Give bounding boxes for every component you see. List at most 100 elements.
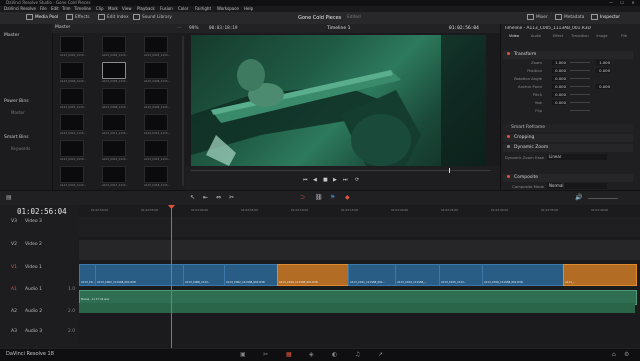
- track-id[interactable]: V3: [11, 219, 17, 224]
- prop-x-value[interactable]: 0.000: [552, 75, 566, 81]
- track-id[interactable]: A2: [11, 309, 17, 314]
- flag-icon[interactable]: ⚑: [330, 194, 335, 201]
- page-deliver-icon[interactable]: ➚: [378, 351, 383, 358]
- composite-section[interactable]: Composite: [503, 174, 633, 182]
- reverse-play-icon[interactable]: ◀: [313, 177, 317, 183]
- selection-tool-icon[interactable]: ↖: [190, 194, 195, 201]
- media-pool-clip[interactable]: A113_C016_1113...: [56, 166, 94, 188]
- enable-dot-icon[interactable]: [507, 52, 510, 55]
- tab-image[interactable]: Image: [591, 34, 613, 38]
- mixer-button[interactable]: Mixer: [527, 12, 548, 24]
- trim-tool-icon[interactable]: ⇤: [203, 194, 208, 201]
- settings-icon[interactable]: ⚙: [624, 351, 629, 358]
- media-pool-clip[interactable]: A113_C009_1113...: [140, 88, 178, 112]
- cropping-enable-icon[interactable]: [507, 135, 510, 138]
- cropping-section[interactable]: Cropping: [503, 134, 633, 142]
- viewer-zoom[interactable]: 99%: [189, 26, 199, 31]
- zoom-slider[interactable]: [588, 198, 618, 199]
- smart-reframe-section[interactable]: Smart Reframe: [503, 124, 633, 132]
- media-pool-clip[interactable]: A113_C004_1113...: [56, 62, 94, 86]
- prop-slider[interactable]: [570, 70, 590, 71]
- track-id[interactable]: A1: [11, 287, 17, 292]
- prop-slider[interactable]: [570, 86, 590, 87]
- media-pool-clip[interactable]: A113_C008_1113...: [98, 88, 136, 112]
- track-id[interactable]: V1: [11, 265, 17, 270]
- stop-icon[interactable]: ■: [323, 177, 328, 183]
- media-pool-clip[interactable]: A113_C007_1113...: [56, 88, 94, 112]
- page-edit-icon[interactable]: ▦: [286, 351, 292, 358]
- video-clip[interactable]: A113_C008_1113...: [183, 264, 226, 286]
- playhead[interactable]: [171, 205, 172, 348]
- prop-slider[interactable]: [570, 78, 590, 79]
- sound-library-button[interactable]: Sound Library: [133, 12, 172, 24]
- go-to-end-icon[interactable]: ⏭: [343, 177, 348, 183]
- media-pool-clip[interactable]: A113_C017_1113...: [98, 166, 136, 188]
- video-clip[interactable]: A113_C014_1113AB_...: [395, 264, 441, 286]
- tab-transition[interactable]: Transition: [569, 34, 591, 38]
- timeline-ruler[interactable]: 01:02:50:00 01:02:55:00 01:03:00:00 01:03:0…: [79, 205, 640, 217]
- power-bin-master[interactable]: Master: [11, 110, 25, 115]
- tab-audio[interactable]: Audio: [525, 34, 547, 38]
- snapping-icon[interactable]: ⊃: [300, 194, 305, 201]
- pool-options-icon[interactable]: ⋯: [177, 25, 182, 31]
- media-pool-clip[interactable]: A113_C014_1113...: [98, 140, 136, 164]
- tab-file[interactable]: File: [613, 34, 635, 38]
- transform-section[interactable]: Transform: [503, 51, 633, 59]
- edit-index-button[interactable]: Edit Index: [98, 12, 129, 24]
- media-pool-clip[interactable]: A113_C005_1113...: [98, 62, 136, 86]
- dynamic-zoom-ease-select[interactable]: Linear: [547, 154, 607, 160]
- prop-x-value[interactable]: 0.000: [552, 99, 566, 105]
- timeline-selector[interactable]: Timeline 1: [327, 26, 350, 31]
- effects-button[interactable]: Effects: [66, 12, 90, 24]
- dynamic-trim-icon[interactable]: ⇔: [216, 194, 221, 201]
- page-cut-icon[interactable]: ✂: [263, 351, 268, 358]
- smart-bin-keywords[interactable]: Keywords: [11, 146, 30, 151]
- page-fusion-icon[interactable]: ◈: [309, 351, 314, 358]
- media-pool-scrollbar[interactable]: [182, 36, 184, 186]
- tab-effect[interactable]: Effect: [547, 34, 569, 38]
- marker-icon[interactable]: ◆: [345, 194, 350, 201]
- media-pool-clip[interactable]: A113_C003_1113...: [140, 36, 178, 60]
- play-icon[interactable]: ▶: [333, 177, 337, 183]
- page-color-icon[interactable]: ◐: [332, 351, 337, 358]
- media-pool-clip[interactable]: A113_C013_1113...: [56, 140, 94, 164]
- viewer-scrubber[interactable]: [191, 170, 491, 171]
- go-to-start-icon[interactable]: ⏮: [303, 177, 308, 183]
- blade-tool-icon[interactable]: ✂: [229, 194, 234, 201]
- dynamic-zoom-section[interactable]: Dynamic Zoom: [503, 144, 633, 152]
- media-pool-clip[interactable]: A113_C012_1113...: [140, 114, 178, 138]
- loop-icon[interactable]: ⟳: [355, 177, 359, 183]
- prop-slider[interactable]: [570, 62, 590, 63]
- video-clip[interactable]: A113_...: [563, 264, 637, 286]
- media-pool-clip[interactable]: A113_C006_1113...: [140, 62, 178, 86]
- media-pool-clip[interactable]: A113_C018_1113...: [140, 166, 178, 188]
- prop-x-value[interactable]: 0.000: [552, 91, 566, 97]
- media-pool-button[interactable]: Media Pool: [26, 12, 58, 24]
- video-clip[interactable]: A113_C010_1113AB_001.R3D: [277, 264, 350, 286]
- video-clip[interactable]: A113_C016_1113AB_001.R3D: [482, 264, 565, 286]
- media-pool-clip[interactable]: A113_C015_1113...: [140, 140, 178, 164]
- media-pool-clip[interactable]: A113_C011_1113...: [98, 114, 136, 138]
- media-pool-clip[interactable]: A113_C010_1113...: [56, 114, 94, 138]
- composite-mode-select[interactable]: Normal: [547, 183, 607, 189]
- linked-selection-icon[interactable]: ⛓: [315, 194, 323, 201]
- audio-clip-waveform[interactable]: [79, 303, 635, 313]
- prop-x-value[interactable]: 0.000: [552, 67, 566, 73]
- inspector-button[interactable]: Inspector: [591, 12, 620, 24]
- audio-level-icon[interactable]: 🔊: [575, 194, 582, 201]
- prop-y-value[interactable]: 0.000: [596, 67, 610, 73]
- bin-master[interactable]: Master: [4, 33, 19, 38]
- prop-y-value[interactable]: 1.000: [596, 59, 610, 65]
- prop-x-value[interactable]: 1.000: [552, 59, 566, 65]
- home-icon[interactable]: ⌂: [612, 351, 616, 358]
- prop-y-value[interactable]: 0.000: [596, 83, 610, 89]
- dynamic-zoom-enable-icon[interactable]: [507, 145, 510, 148]
- tab-video[interactable]: Video: [503, 34, 525, 38]
- media-pool-clip[interactable]: A113_C001_1113...: [56, 36, 94, 60]
- media-pool-clip[interactable]: A113_C002_1113...: [98, 36, 136, 60]
- video-clip[interactable]: A113_C015_1113...: [439, 264, 484, 286]
- prop-slider[interactable]: [570, 102, 590, 103]
- composite-enable-icon[interactable]: [507, 175, 510, 178]
- track-id[interactable]: V2: [11, 242, 17, 247]
- prop-x-value[interactable]: 0.000: [552, 83, 566, 89]
